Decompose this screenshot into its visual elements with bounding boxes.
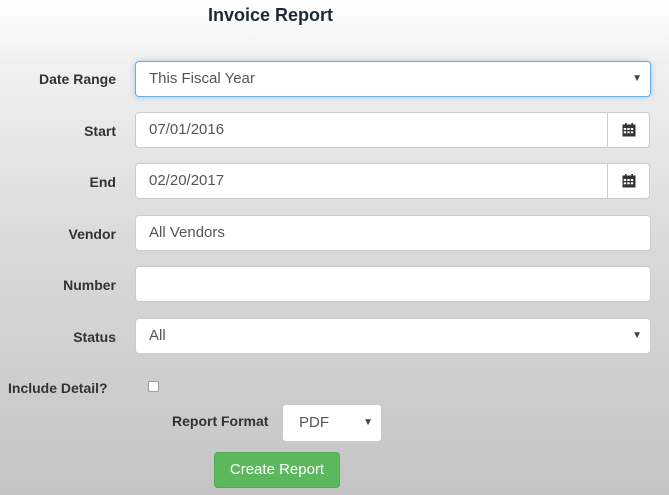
start-date-value: 07/01/2016 (149, 121, 225, 138)
number-label: Number (63, 277, 116, 293)
vendor-input[interactable]: All Vendors (135, 215, 651, 251)
date-range-select[interactable]: This Fiscal Year ▼ (135, 61, 651, 97)
end-date-input[interactable]: 02/20/2017 (135, 163, 608, 199)
create-report-button[interactable]: Create Report (214, 452, 340, 488)
report-format-select[interactable]: PDF ▼ (282, 404, 382, 442)
end-label: End (89, 174, 116, 190)
caret-down-icon: ▼ (632, 330, 642, 341)
include-detail-label: Include Detail? (8, 380, 108, 396)
date-range-label: Date Range (38, 71, 116, 87)
include-detail-checkbox[interactable] (148, 381, 159, 392)
report-format-label: Report Format (172, 413, 269, 429)
vendor-label: Vendor (68, 226, 116, 242)
report-format-value: PDF (299, 414, 329, 431)
caret-down-icon: ▼ (632, 73, 642, 84)
status-select[interactable]: All ▼ (135, 318, 651, 354)
end-calendar-button[interactable] (607, 163, 650, 199)
page-title: Invoice Report (208, 5, 334, 25)
calendar-icon (622, 123, 635, 137)
start-calendar-button[interactable] (607, 112, 650, 148)
status-label: Status (73, 329, 116, 345)
status-value: All (149, 327, 166, 344)
end-date-value: 02/20/2017 (149, 172, 225, 189)
date-range-value: This Fiscal Year (149, 70, 255, 87)
caret-down-icon: ▼ (363, 417, 373, 428)
calendar-icon (622, 174, 635, 188)
start-date-input[interactable]: 07/01/2016 (135, 112, 608, 148)
start-label: Start (84, 123, 116, 139)
number-input[interactable] (135, 266, 651, 302)
vendor-value: All Vendors (149, 224, 225, 241)
